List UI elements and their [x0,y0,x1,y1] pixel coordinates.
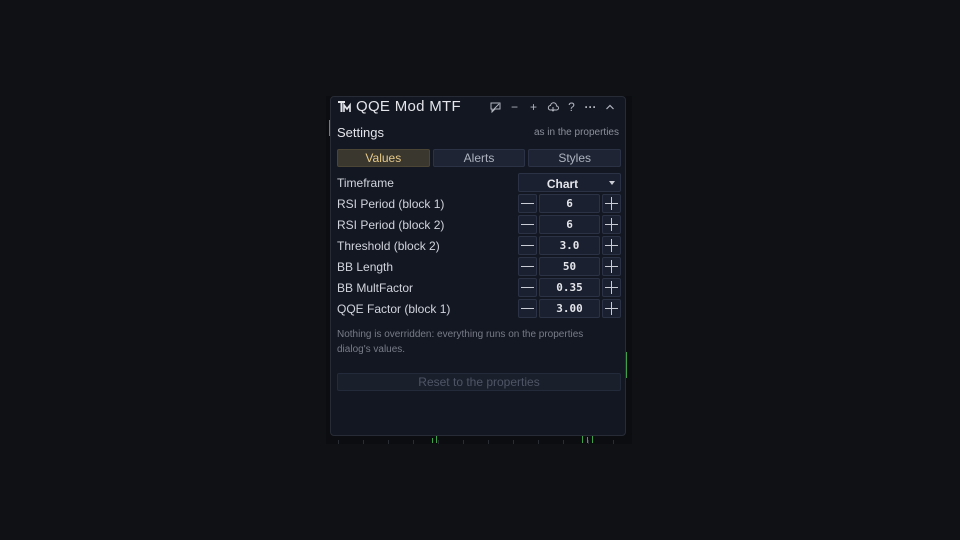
chart-grid-tick [338,440,339,444]
chart-grid-tick [538,440,539,444]
plus-icon[interactable]: + [524,99,543,115]
increment-button[interactable] [602,257,621,276]
candle-mark [626,352,627,378]
candle-mark [582,436,583,443]
decrement-button[interactable] [518,215,537,234]
qqe-factor-block1-input[interactable]: 3.00 [539,299,600,318]
bb-multfactor-input[interactable]: 0.35 [539,278,600,297]
rsi-period-block1-stepper: 6 [518,194,621,213]
threshold-block2-stepper: 3.0 [518,236,621,255]
rsi-period-block1-label: RSI Period (block 1) [337,197,445,211]
increment-button[interactable] [602,278,621,297]
increment-button[interactable] [602,236,621,255]
increment-button[interactable] [602,194,621,213]
reset-to-properties-button[interactable]: Reset to the properties [337,373,621,391]
qqe-factor-block1-label: QQE Factor (block 1) [337,302,451,316]
threshold-block2-label: Threshold (block 2) [337,239,440,253]
panel-titlebar: QQE Mod MTF − + ? ··· [331,97,625,117]
chart-grid-tick [513,440,514,444]
timeframe-row: Timeframe Chart [337,173,621,192]
tab-styles[interactable]: Styles [528,149,622,167]
settings-tabs: Values Alerts Styles [337,149,622,167]
timeframe-value: Chart [546,177,579,191]
override-info-text: Nothing is overridden: everything runs o… [337,329,584,355]
panel-title: QQE Mod MTF [356,98,461,115]
bb-multfactor-stepper: 0.35 [518,278,621,297]
tab-alerts[interactable]: Alerts [432,149,526,167]
cloud-icon[interactable] [543,99,562,115]
rsi-period-block1-input[interactable]: 6 [539,194,600,213]
chart-grid-tick [563,440,564,444]
chevron-down-icon [609,181,615,185]
candle-mark [592,436,593,443]
rsi-period-block2-input[interactable]: 6 [539,215,600,234]
chart-grid-tick [588,440,589,444]
increment-button[interactable] [602,215,621,234]
bb-length-stepper: 50 [518,257,621,276]
settings-header: Settings as in the properties [337,125,619,141]
chart-grid-tick [363,440,364,444]
settings-title: Settings [337,125,384,140]
indicator-settings-panel: QQE Mod MTF − + ? ··· Settings as in the… [330,96,626,436]
qqe-factor-block1-row: QQE Factor (block 1) 3.00 [337,299,621,318]
tab-values[interactable]: Values [337,149,430,167]
decrement-button[interactable] [518,257,537,276]
bb-length-label: BB Length [337,260,394,274]
candle-mark [436,436,437,443]
timeframe-select[interactable]: Chart [518,173,621,192]
threshold-block2-input[interactable]: 3.0 [539,236,600,255]
help-icon[interactable]: ? [562,99,581,115]
rsi-period-block2-stepper: 6 [518,215,621,234]
bb-length-input[interactable]: 50 [539,257,600,276]
bb-multfactor-row: BB MultFactor 0.35 [337,278,621,297]
settings-source-note: as in the properties [533,127,619,138]
more-icon[interactable]: ··· [581,99,600,115]
rsi-period-block2-row: RSI Period (block 2) 6 [337,215,621,234]
rsi-period-block2-label: RSI Period (block 2) [337,218,445,232]
comment-icon[interactable] [486,99,505,115]
chart-grid-tick [488,440,489,444]
bb-length-row: BB Length 50 [337,257,621,276]
collapse-icon[interactable] [600,99,619,115]
bb-multfactor-label: BB MultFactor [337,281,414,295]
increment-button[interactable] [602,299,621,318]
chart-grid-tick [613,440,614,444]
tm-logo-icon [338,101,351,112]
decrement-button[interactable] [518,299,537,318]
threshold-block2-row: Threshold (block 2) 3.0 [337,236,621,255]
qqe-factor-block1-stepper: 3.00 [518,299,621,318]
decrement-button[interactable] [518,278,537,297]
chart-grid-tick [388,440,389,444]
timeframe-label: Timeframe [337,176,394,190]
chart-grid-tick [413,440,414,444]
rsi-period-block1-row: RSI Period (block 1) 6 [337,194,621,213]
minus-icon[interactable]: − [505,99,524,115]
panel-toolbar: − + ? ··· [486,99,619,115]
decrement-button[interactable] [518,194,537,213]
chart-grid-tick [438,440,439,444]
decrement-button[interactable] [518,236,537,255]
candle-mark [432,438,433,443]
chart-grid-tick [463,440,464,444]
